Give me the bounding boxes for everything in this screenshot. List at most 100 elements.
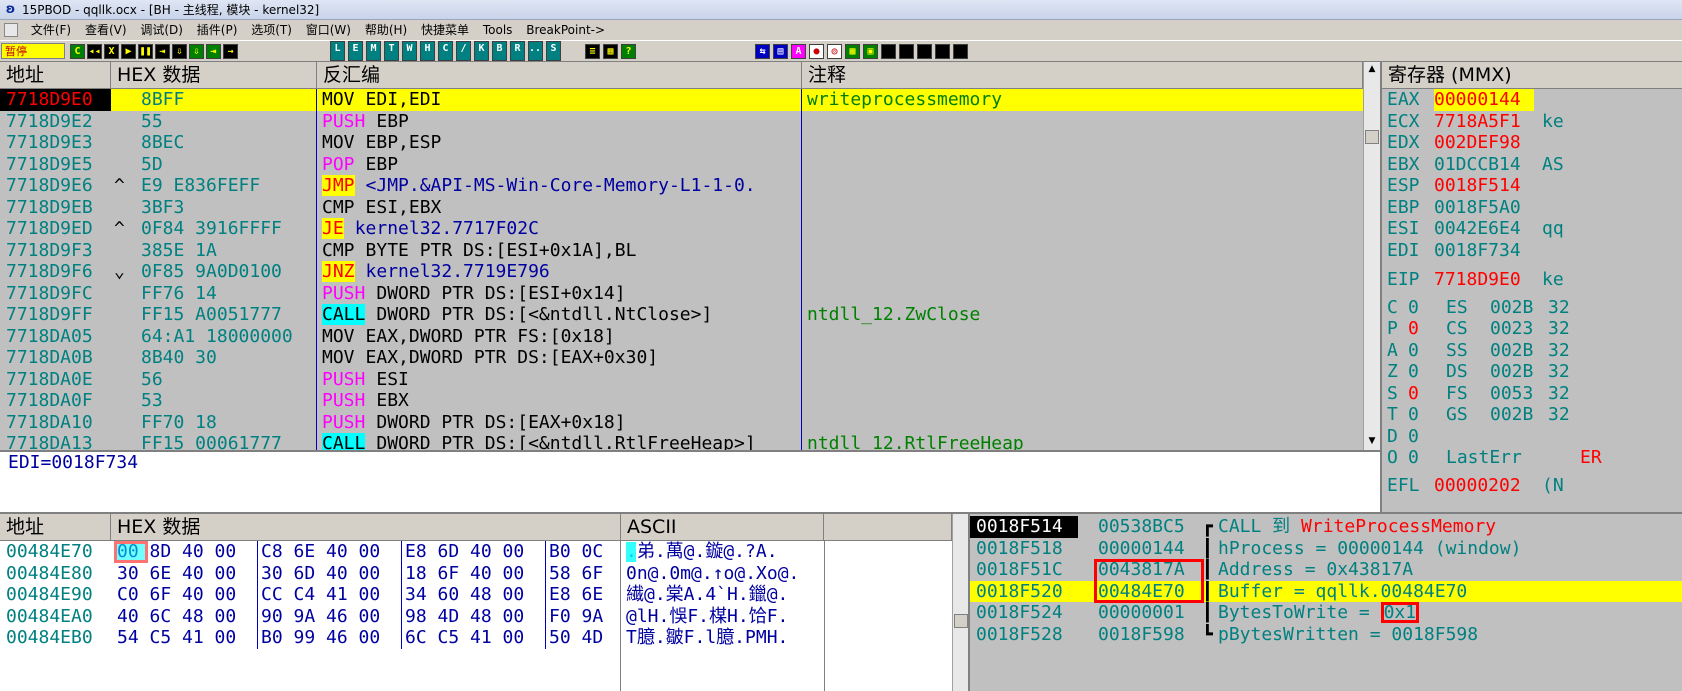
flag-value[interactable]: 0 xyxy=(1408,318,1428,340)
mnemonic[interactable]: CALL xyxy=(322,304,366,325)
menu-breakpoint[interactable]: BreakPoint-> xyxy=(521,23,610,37)
operands[interactable]: EAX,DWORD PTR DS:[EAX+0x30] xyxy=(366,347,659,368)
stack-value[interactable]: 00538BC5 xyxy=(1098,516,1198,538)
dump-hex-group[interactable]: 30 6D 40 00 xyxy=(261,563,401,585)
disasm-comment[interactable] xyxy=(807,197,1363,219)
tool-button-2[interactable]: ? xyxy=(621,44,636,59)
menu-debug[interactable]: 调试(D) xyxy=(135,23,188,37)
dump-hex-group[interactable]: 90 9A 46 00 xyxy=(261,606,401,628)
dump-row[interactable]: 00484E90 C0 6F 40 00 CC C4 41 00 34 60 48 0… xyxy=(0,584,952,606)
disasm-comment[interactable] xyxy=(807,175,1363,197)
operands[interactable]: <JMP.&API-MS-Win-Core-Memory-L1-1-0. xyxy=(366,175,756,196)
dump-hex-group[interactable]: 18 6F 40 00 xyxy=(405,563,545,585)
mnemonic[interactable]: CMP xyxy=(322,197,355,218)
dump-address[interactable]: 00484E80 xyxy=(6,563,111,585)
flag-row[interactable]: O 0 LastErr ER xyxy=(1382,447,1682,469)
flag-value[interactable]: 0 xyxy=(1408,297,1428,319)
segment-value[interactable]: 002B xyxy=(1490,404,1550,426)
plugin-button-10[interactable] xyxy=(935,44,950,59)
disasm-hex[interactable]: 8B40 30 xyxy=(141,347,317,369)
dump-hex-group[interactable]: 6C C5 41 00 xyxy=(405,627,545,649)
operands[interactable]: DWORD PTR DS:[ESI+0x14] xyxy=(376,283,625,304)
registers-header[interactable]: 寄存器 (MMX) xyxy=(1382,62,1682,89)
disasm-address[interactable]: 7718DA0F xyxy=(0,390,111,412)
flag-row[interactable]: Z 0 DS 002B 32 xyxy=(1382,361,1682,383)
stack-row[interactable]: 0018F524 00000001 ┃ BytesToWrite = 0x1 xyxy=(970,602,1682,624)
register-row[interactable]: EBX 01DCCB14 AS xyxy=(1382,154,1682,176)
dump-hex-group[interactable]: 34 60 48 00 xyxy=(405,584,545,606)
dump-ascii[interactable]: .弟.萬@.鏇@.?A. xyxy=(626,541,822,563)
stack-address[interactable]: 0018F51C xyxy=(970,559,1078,581)
selected-byte-box[interactable] xyxy=(114,541,148,563)
window-button-2[interactable]: M xyxy=(366,41,381,61)
disasm-instruction[interactable]: MOV EAX,DWORD PTR DS:[EAX+0x30] xyxy=(322,347,802,369)
mnemonic[interactable]: PUSH xyxy=(322,390,366,411)
col-header-comment[interactable]: 注释 xyxy=(802,62,1363,89)
disasm-hex[interactable]: E9 E836FEFF xyxy=(141,175,317,197)
scroll-up-icon[interactable]: ▲ xyxy=(1364,62,1380,76)
col-header-address[interactable]: 地址 xyxy=(0,62,111,89)
mnemonic[interactable]: PUSH xyxy=(322,411,366,433)
disasm-instruction[interactable]: JE kernel32.7717F02C xyxy=(322,218,802,240)
operands[interactable]: EDI,EDI xyxy=(366,89,442,110)
window-button-8[interactable]: K xyxy=(474,41,489,61)
operands[interactable]: EBP xyxy=(366,154,399,175)
operands[interactable]: EBP,ESP xyxy=(366,132,442,153)
disasm-address[interactable]: 7718D9ED xyxy=(0,218,111,240)
disasm-instruction[interactable]: MOV EAX,DWORD PTR FS:[0x18] xyxy=(322,326,802,348)
stack-address[interactable]: 0018F520 xyxy=(970,581,1078,603)
window-button-0[interactable]: L xyxy=(330,41,345,61)
disasm-comment[interactable] xyxy=(807,283,1363,305)
disasm-row[interactable]: 7718D9FF FF15 A0051777 CALL DWORD PTR DS:[<… xyxy=(0,304,1363,326)
register-row[interactable]: EBP 0018F5A0 xyxy=(1382,197,1682,219)
register-value[interactable]: 0018F514 xyxy=(1434,175,1534,197)
register-row[interactable]: ESP 0018F514 xyxy=(1382,175,1682,197)
stack-comment[interactable]: pBytesWritten = 0018F598 xyxy=(1218,624,1682,646)
segment-value[interactable]: 002B xyxy=(1490,340,1550,362)
disasm-instruction[interactable]: CMP BYTE PTR DS:[ESI+0x1A],BL xyxy=(322,240,802,262)
disasm-address[interactable]: 7718DA13 xyxy=(0,433,111,450)
disasm-comment[interactable]: ntdll_12.ZwClose xyxy=(807,304,1363,326)
dump-hex-group[interactable]: 40 6C 48 00 xyxy=(117,606,257,628)
disasm-row[interactable]: 7718D9E3 8BEC MOV EBP,ESP xyxy=(0,132,1363,154)
register-value[interactable]: 00000144 xyxy=(1434,89,1534,111)
segment-value[interactable]: 002B xyxy=(1490,361,1550,383)
disasm-hex[interactable]: 5D xyxy=(141,154,317,176)
disasm-address[interactable]: 7718DA05 xyxy=(0,326,111,348)
flag-row[interactable]: D0 xyxy=(1382,426,1682,448)
disasm-address[interactable]: 7718D9E2 xyxy=(0,111,111,133)
disasm-instruction[interactable]: JNZ kernel32.7719E796 xyxy=(322,261,802,283)
exec-button-1[interactable]: ◂◂ xyxy=(87,44,102,59)
stack-comment[interactable]: CALL 到 WriteProcessMemory xyxy=(1218,516,1682,538)
disasm-comment[interactable]: ntdll_12.RtlFreeHeap xyxy=(807,433,1363,450)
window-button-7[interactable]: / xyxy=(456,41,471,61)
dump-address[interactable]: 00484EB0 xyxy=(6,627,111,649)
disasm-instruction[interactable]: JMP <JMP.&API-MS-Win-Core-Memory-L1-1-0. xyxy=(322,175,802,197)
register-value[interactable]: 002DEF98 xyxy=(1434,132,1534,154)
dump-ascii[interactable]: T臆.皺F.l臆.PMH. xyxy=(626,627,822,649)
disasm-address[interactable]: 7718D9EB xyxy=(0,197,111,219)
exec-button-4[interactable]: ❚❚ xyxy=(138,44,153,59)
operands[interactable]: DWORD PTR DS:[EAX+0x18] xyxy=(376,412,625,433)
disasm-instruction[interactable]: PUSH DWORD PTR DS:[ESI+0x14] xyxy=(322,282,802,305)
disasm-hex[interactable]: 0F84 3916FFFF xyxy=(141,218,317,240)
disasm-row[interactable]: 7718D9F3 385E 1A CMP BYTE PTR DS:[ESI+0x1A]… xyxy=(0,240,1363,262)
disasm-instruction[interactable]: MOV EDI,EDI xyxy=(322,89,802,111)
disasm-hex[interactable]: 53 xyxy=(141,390,317,412)
disasm-row[interactable]: 7718DA0F 53 PUSH EBX xyxy=(0,390,1363,412)
plugin-button-9[interactable] xyxy=(917,44,932,59)
dump-hex-group[interactable]: 98 4D 48 00 xyxy=(405,606,545,628)
segment-value[interactable]: ER xyxy=(1580,447,1640,469)
flag-value[interactable]: 0 xyxy=(1408,447,1428,469)
stack-comment[interactable]: Buffer = qqllk.00484E70 xyxy=(1218,581,1682,603)
dump-hex-group[interactable]: B0 99 46 00 xyxy=(261,627,401,649)
dump-hex-group[interactable]: CC C4 41 00 xyxy=(261,584,401,606)
dump-header-hex[interactable]: HEX 数据 xyxy=(111,514,621,541)
disasm-comment[interactable] xyxy=(807,412,1363,434)
flag-value[interactable]: 0 xyxy=(1408,361,1428,383)
stack-comment[interactable]: BytesToWrite = 0x1 xyxy=(1218,602,1682,624)
stack-comment[interactable]: Address = 0x43817A xyxy=(1218,559,1682,581)
exec-button-0[interactable]: C xyxy=(70,44,85,59)
window-button-1[interactable]: E xyxy=(348,41,363,61)
disasm-hex[interactable]: FF15 A0051777 xyxy=(141,304,317,326)
